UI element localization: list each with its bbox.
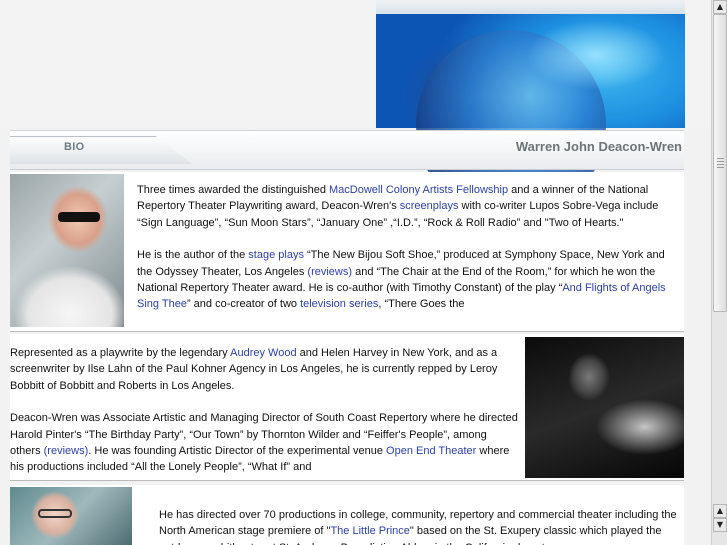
- bio-paragraph: He is the author of the stage plays “The…: [137, 247, 677, 313]
- bio-text-3: He has directed over 70 productions in c…: [159, 507, 684, 545]
- section-header: BIO Warren John Deacon-Wren: [10, 130, 684, 170]
- bio-tab-label[interactable]: BIO: [64, 141, 84, 153]
- bio-section-3: He has directed over 70 productions in c…: [10, 485, 684, 545]
- bio-link[interactable]: Audrey Wood: [230, 347, 296, 359]
- portrait-photo-dark: [525, 337, 684, 478]
- portrait-photo-sunglasses: [10, 174, 124, 327]
- banner-image-globe: [376, 0, 685, 220]
- banner-top-strip: [376, 0, 685, 14]
- bio-text-2: Represented as a playwrite by the legend…: [10, 345, 520, 480]
- portrait-photo-glasses: [10, 487, 132, 545]
- bio-section-1: Three times awarded the distinguished Ma…: [10, 172, 684, 332]
- scroll-down-icon[interactable]: ▼: [713, 518, 727, 532]
- bio-link[interactable]: screenplays: [400, 200, 459, 212]
- bio-tab[interactable]: [10, 136, 192, 164]
- bio-paragraph: Three times awarded the distinguished Ma…: [137, 182, 677, 231]
- bio-text-run: . He was founding Artistic Director of t…: [88, 445, 387, 458]
- globe-highlight: [526, 20, 666, 90]
- bio-link[interactable]: Open End Theater: [386, 445, 476, 457]
- bio-link[interactable]: (reviews): [307, 266, 352, 278]
- bio-text-run: Three times awarded the distinguished: [137, 184, 329, 196]
- scroll-up-lower-icon[interactable]: ▲: [713, 504, 727, 518]
- bio-text-run: ” and co-creator of two: [186, 298, 301, 311]
- bio-text-run: He is the author of the: [137, 249, 249, 262]
- bio-paragraph: Represented as a playwrite by the legend…: [10, 345, 520, 394]
- vertical-scrollbar[interactable]: ▲ ▲ ▼: [711, 0, 727, 545]
- scroll-up-icon[interactable]: ▲: [713, 0, 727, 14]
- bio-link[interactable]: stage plays: [248, 249, 304, 261]
- scrollbar-thumb[interactable]: [713, 14, 727, 312]
- sunglasses-shape: [58, 212, 100, 222]
- page-title: Warren John Deacon-Wren: [515, 139, 682, 154]
- grip-icon: [717, 158, 724, 170]
- bio-paragraph: He has directed over 70 productions in c…: [159, 507, 684, 545]
- glasses-shape: [38, 509, 72, 518]
- bio-link[interactable]: MacDowell Colony Artists Fellowship: [329, 184, 508, 196]
- bio-link[interactable]: television series: [300, 298, 378, 310]
- bio-text-1: Three times awarded the distinguished Ma…: [137, 182, 677, 329]
- bio-paragraph: Deacon-Wren was Associate Artistic and M…: [10, 410, 520, 476]
- bio-section-2: Represented as a playwrite by the legend…: [10, 334, 684, 481]
- bio-link[interactable]: The Little Prince: [330, 525, 409, 537]
- bio-text-run: , “There Goes the: [378, 298, 465, 311]
- bio-text-run: Represented as a playwrite by the legend…: [10, 347, 231, 359]
- bio-link[interactable]: (reviews): [44, 445, 89, 457]
